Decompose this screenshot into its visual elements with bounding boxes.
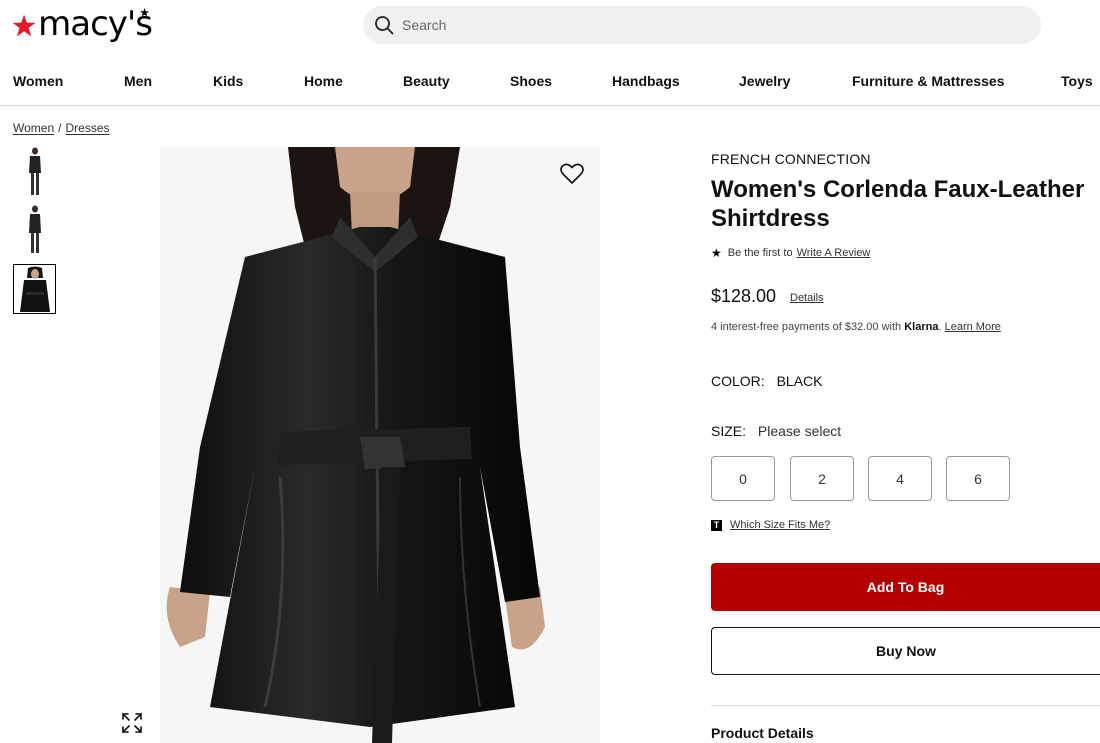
thumbnail-1[interactable]	[13, 147, 56, 197]
thumbnail-3[interactable]	[13, 264, 56, 314]
nav-handbags[interactable]: Handbags	[612, 73, 680, 89]
klarna-text: 4 interest-free payments of $32.00 with	[711, 321, 902, 333]
breadcrumb: Women / Dresses	[13, 121, 110, 135]
heart-icon[interactable]	[559, 161, 585, 187]
breadcrumb-women[interactable]: Women	[13, 121, 54, 135]
tiny-star-icon	[140, 8, 149, 17]
product-details-heading[interactable]: Product Details	[711, 725, 814, 741]
search-input[interactable]	[402, 17, 1002, 33]
nav-furniture[interactable]: Furniture & Mattresses	[852, 73, 1004, 89]
price-details-link[interactable]: Details	[790, 292, 824, 304]
product-main-image[interactable]	[160, 147, 600, 743]
section-divider	[711, 705, 1100, 706]
breadcrumb-dresses[interactable]: Dresses	[65, 121, 109, 135]
size-selector: SIZE: Please select	[711, 423, 841, 439]
size-label: SIZE:	[711, 423, 747, 439]
klarna-message: 4 interest-free payments of $32.00 with …	[711, 321, 1001, 333]
buy-now-button[interactable]: Buy Now	[711, 627, 1100, 675]
product-price: $128.00	[711, 286, 777, 306]
size-option-4[interactable]: 4	[868, 456, 932, 501]
which-size-fits-link[interactable]: Which Size Fits Me?	[730, 519, 830, 531]
truefit-icon: T	[711, 519, 722, 531]
product-title: Women's Corlenda Faux-Leather Shirtdress	[711, 176, 1085, 232]
product-photo	[160, 147, 600, 743]
size-option-0[interactable]: 0	[711, 456, 775, 501]
nav-women[interactable]: Women	[13, 73, 63, 89]
product-brand[interactable]: FRENCH CONNECTION	[711, 151, 871, 167]
review-prefix: Be the first to	[727, 247, 793, 259]
thumbnail-figure	[28, 147, 41, 195]
search-bar[interactable]	[363, 6, 1041, 44]
star-logo-icon	[12, 14, 36, 37]
size-option-6[interactable]: 6	[946, 456, 1010, 501]
nav-toys[interactable]: Toys	[1061, 73, 1093, 89]
logo-wordmark: macy's	[38, 4, 153, 44]
nav-jewelry[interactable]: Jewelry	[739, 73, 790, 89]
thumbnail-figure	[28, 205, 41, 253]
klarna-brand: Klarna	[904, 321, 939, 333]
top-nav: Women Men Kids Home Beauty Shoes Handbag…	[0, 64, 1100, 106]
nav-shoes[interactable]: Shoes	[510, 73, 552, 89]
color-value: BLACK	[776, 373, 823, 389]
size-value: Please select	[757, 423, 842, 439]
review-row: ★ Be the first to Write A Review	[711, 246, 870, 260]
macys-logo[interactable]: macy's	[12, 4, 153, 48]
breadcrumb-separator: /	[58, 121, 62, 135]
nav-kids[interactable]: Kids	[213, 73, 243, 89]
add-to-bag-button[interactable]: Add To Bag	[711, 563, 1100, 611]
thumbnail-2[interactable]	[13, 205, 56, 255]
expand-icon[interactable]	[120, 711, 144, 735]
nav-home[interactable]: Home	[304, 73, 343, 89]
write-review-link[interactable]: Write A Review	[797, 247, 871, 259]
nav-men[interactable]: Men	[124, 73, 152, 89]
search-icon[interactable]	[374, 15, 394, 35]
color-label: COLOR:	[711, 373, 765, 389]
color-selector: COLOR: BLACK	[711, 373, 823, 389]
thumbnail-figure	[19, 266, 50, 312]
size-fit-row: T Which Size Fits Me?	[711, 519, 830, 531]
klarna-learn-more-link[interactable]: Learn More	[945, 321, 1001, 333]
size-option-2[interactable]: 2	[790, 456, 854, 501]
star-icon: ★	[711, 246, 722, 260]
nav-beauty[interactable]: Beauty	[403, 73, 450, 89]
